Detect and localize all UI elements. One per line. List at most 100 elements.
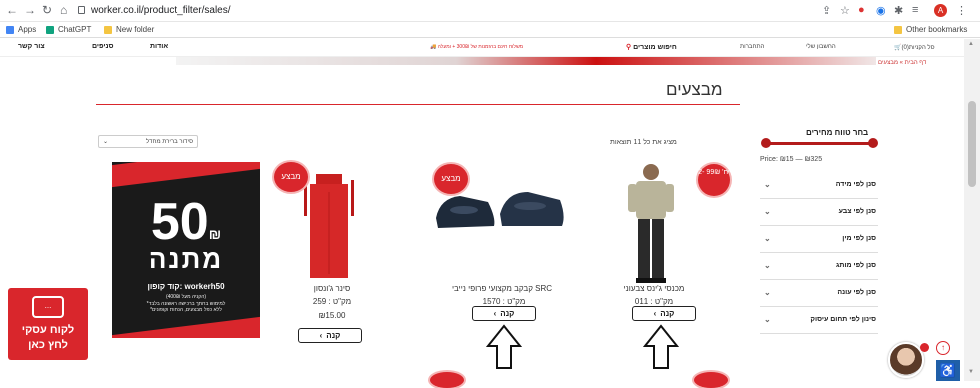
- coupon-banner[interactable]: 50₪ מתנה קוד קופון: workerh50 (הקניה מעל…: [112, 162, 260, 338]
- truck-icon: 🚚: [430, 44, 437, 50]
- nav-contact[interactable]: צור קשר: [18, 43, 45, 50]
- filter-occupation[interactable]: ⌄ סינון לפי תחום עיסוק: [760, 307, 878, 334]
- filter-gender[interactable]: ⌄ סנן לפי מין: [760, 226, 878, 253]
- product-name[interactable]: מכנסי ג'ינס צבעוני: [574, 284, 734, 293]
- folder-icon: [894, 25, 902, 34]
- filter-label: סנן לפי מין: [842, 235, 876, 242]
- scroll-top-button[interactable]: ↑: [936, 341, 950, 355]
- reading-list-icon[interactable]: ≡: [912, 4, 918, 16]
- filter-label: סינון לפי תחום עיסוק: [810, 316, 876, 323]
- bookmark-other[interactable]: Other bookmarks: [894, 25, 967, 34]
- chevron-left-icon: ‹: [493, 309, 497, 318]
- extensions-puzzle-icon[interactable]: ✱: [894, 4, 903, 17]
- badge-text: 2- יח' 99₪: [698, 169, 730, 176]
- product-sku: מק"ט : 1570: [482, 297, 526, 306]
- promo-text: משלוח חינם בהזמנות של 300₪ + ומעלה: [437, 44, 524, 50]
- bookmark-apps[interactable]: Apps: [6, 25, 36, 34]
- breadcrumb[interactable]: דף הבית » מבצעים: [878, 60, 926, 66]
- notification-dot: [920, 343, 929, 352]
- sort-select[interactable]: ⌄ סידור ברירת מחדל: [98, 135, 198, 148]
- cart-link[interactable]: 🛒סל הקניות(0): [894, 44, 935, 51]
- coupon-fine-print: (הקניה מעל 400₪) *למימוש בחתך ברכישה ראש…: [112, 294, 260, 314]
- filter-color[interactable]: ⌄ סנן לפי צבע: [760, 199, 878, 226]
- extension-icon[interactable]: ●: [858, 4, 865, 16]
- forward-icon[interactable]: →: [24, 3, 36, 17]
- buy-button[interactable]: ‹ קנה: [632, 306, 696, 321]
- bookmark-label: ChatGPT: [58, 25, 92, 34]
- hero-banner-strip: [176, 57, 876, 65]
- lock-icon: [78, 6, 85, 14]
- scroll-down-icon[interactable]: ▼: [968, 369, 974, 375]
- login-link[interactable]: התחברות: [740, 44, 764, 50]
- buy-label: קנה: [500, 309, 515, 318]
- filter-label: סנן לפי מותג: [835, 262, 876, 269]
- buy-button[interactable]: ‹ קנה: [298, 328, 362, 343]
- sale-badge-peek: [430, 372, 464, 388]
- product-sku: מק"ט : 259: [312, 297, 352, 306]
- search-products-link[interactable]: ⚲ חיפוש מוצרים: [626, 43, 677, 51]
- bookmark-new-folder[interactable]: New folder: [104, 25, 154, 34]
- filter-label: סנן לפי עונה: [837, 289, 876, 296]
- arrow-up-icon: [643, 324, 679, 369]
- apps-icon: [6, 25, 14, 34]
- support-avatar[interactable]: [888, 342, 924, 378]
- browser-toolbar: ← → ↻ ⌂ worker.co.il/product_filter/sale…: [0, 0, 980, 22]
- profile-avatar[interactable]: A: [934, 4, 947, 17]
- promo-strip: 🚚 משלוח חינם בהזמנות של 300₪ + ומעלה: [430, 44, 523, 50]
- filter-season[interactable]: ⌄ סנן לפי עונה: [760, 280, 878, 307]
- accessibility-button[interactable]: ♿: [936, 360, 960, 381]
- page-scrollbar[interactable]: ▲ ▼: [964, 39, 980, 381]
- bookmarks-bar: Apps ChatGPT New folder Other bookmarks: [0, 22, 980, 38]
- address-bar[interactable]: worker.co.il/product_filter/sales/: [78, 3, 798, 19]
- scroll-up-icon[interactable]: ▲: [968, 41, 974, 47]
- price-range-label: Price: ₪15 — ₪325: [760, 156, 823, 163]
- reload-icon[interactable]: ↻: [42, 3, 52, 17]
- home-icon[interactable]: ⌂: [60, 3, 67, 17]
- menu-icon[interactable]: ⋮: [956, 4, 967, 17]
- arrow-up-icon: ↑: [941, 343, 945, 352]
- price-slider-min-handle[interactable]: [761, 138, 771, 148]
- price-filter-title: בחר טווח מחירים: [806, 128, 869, 137]
- back-icon[interactable]: ←: [6, 3, 18, 17]
- account-link[interactable]: החשבון שלי: [806, 44, 836, 50]
- price-slider-track[interactable]: [766, 142, 872, 145]
- star-icon[interactable]: ☆: [840, 4, 850, 17]
- extension-icon-2[interactable]: ◉: [876, 4, 886, 17]
- sort-label: סידור ברירת מחדל: [145, 138, 193, 145]
- filter-label: סנן לפי צבע: [838, 208, 876, 215]
- product-name[interactable]: קבקב מקצועי פרופי נייבי SRC: [422, 284, 582, 293]
- decorative-stripe: [112, 316, 260, 338]
- coupon-currency: ₪: [208, 226, 222, 242]
- business-customer-button[interactable]: ... לקוח עסקי לחץ כאן: [8, 288, 88, 360]
- product-image-apron[interactable]: [300, 170, 358, 282]
- price-slider-max-handle[interactable]: [868, 138, 878, 148]
- filter-brand[interactable]: ⌄ סנן לפי מותג: [760, 253, 878, 280]
- product-image-jeans[interactable]: [618, 160, 684, 286]
- buy-label: קנה: [326, 331, 341, 340]
- arrow-up-icon: [486, 324, 522, 369]
- buy-button[interactable]: ‹ קנה: [472, 306, 536, 321]
- nav-about[interactable]: אודות: [150, 43, 168, 50]
- share-icon[interactable]: ⇪: [822, 4, 831, 17]
- chevron-down-icon: ⌄: [764, 234, 771, 243]
- search-icon: ⚲: [626, 44, 632, 51]
- accessibility-icon: ♿: [939, 363, 957, 378]
- cta-line-1: לקוח עסקי: [21, 324, 75, 336]
- bookmark-label: Other bookmarks: [906, 25, 968, 34]
- bookmark-label: Apps: [18, 25, 37, 34]
- filter-size[interactable]: ⌄ סנן לפי מידה: [760, 172, 878, 199]
- fine-line: *ללא כפל מבצעים, הנחות וקופונים: [150, 307, 222, 313]
- sale-badge: מבצע: [434, 164, 468, 194]
- decorative-stripe: [112, 162, 260, 188]
- chevron-down-icon: ⌄: [764, 288, 771, 297]
- bookmark-chatgpt[interactable]: ChatGPT: [46, 25, 91, 34]
- results-count: מציג את כל 11 תוצאות: [610, 139, 677, 146]
- nav-branches[interactable]: סניפים: [92, 43, 113, 50]
- coupon-amount: 50₪: [112, 192, 260, 252]
- product-image-clog[interactable]: [430, 188, 570, 234]
- scrollbar-thumb[interactable]: [968, 101, 976, 187]
- folder-icon: [104, 25, 112, 34]
- chevron-down-icon: ⌄: [764, 261, 771, 270]
- cta-line-2: לחץ כאן: [28, 339, 68, 351]
- product-name[interactable]: סינר ג'ונסון: [252, 284, 412, 293]
